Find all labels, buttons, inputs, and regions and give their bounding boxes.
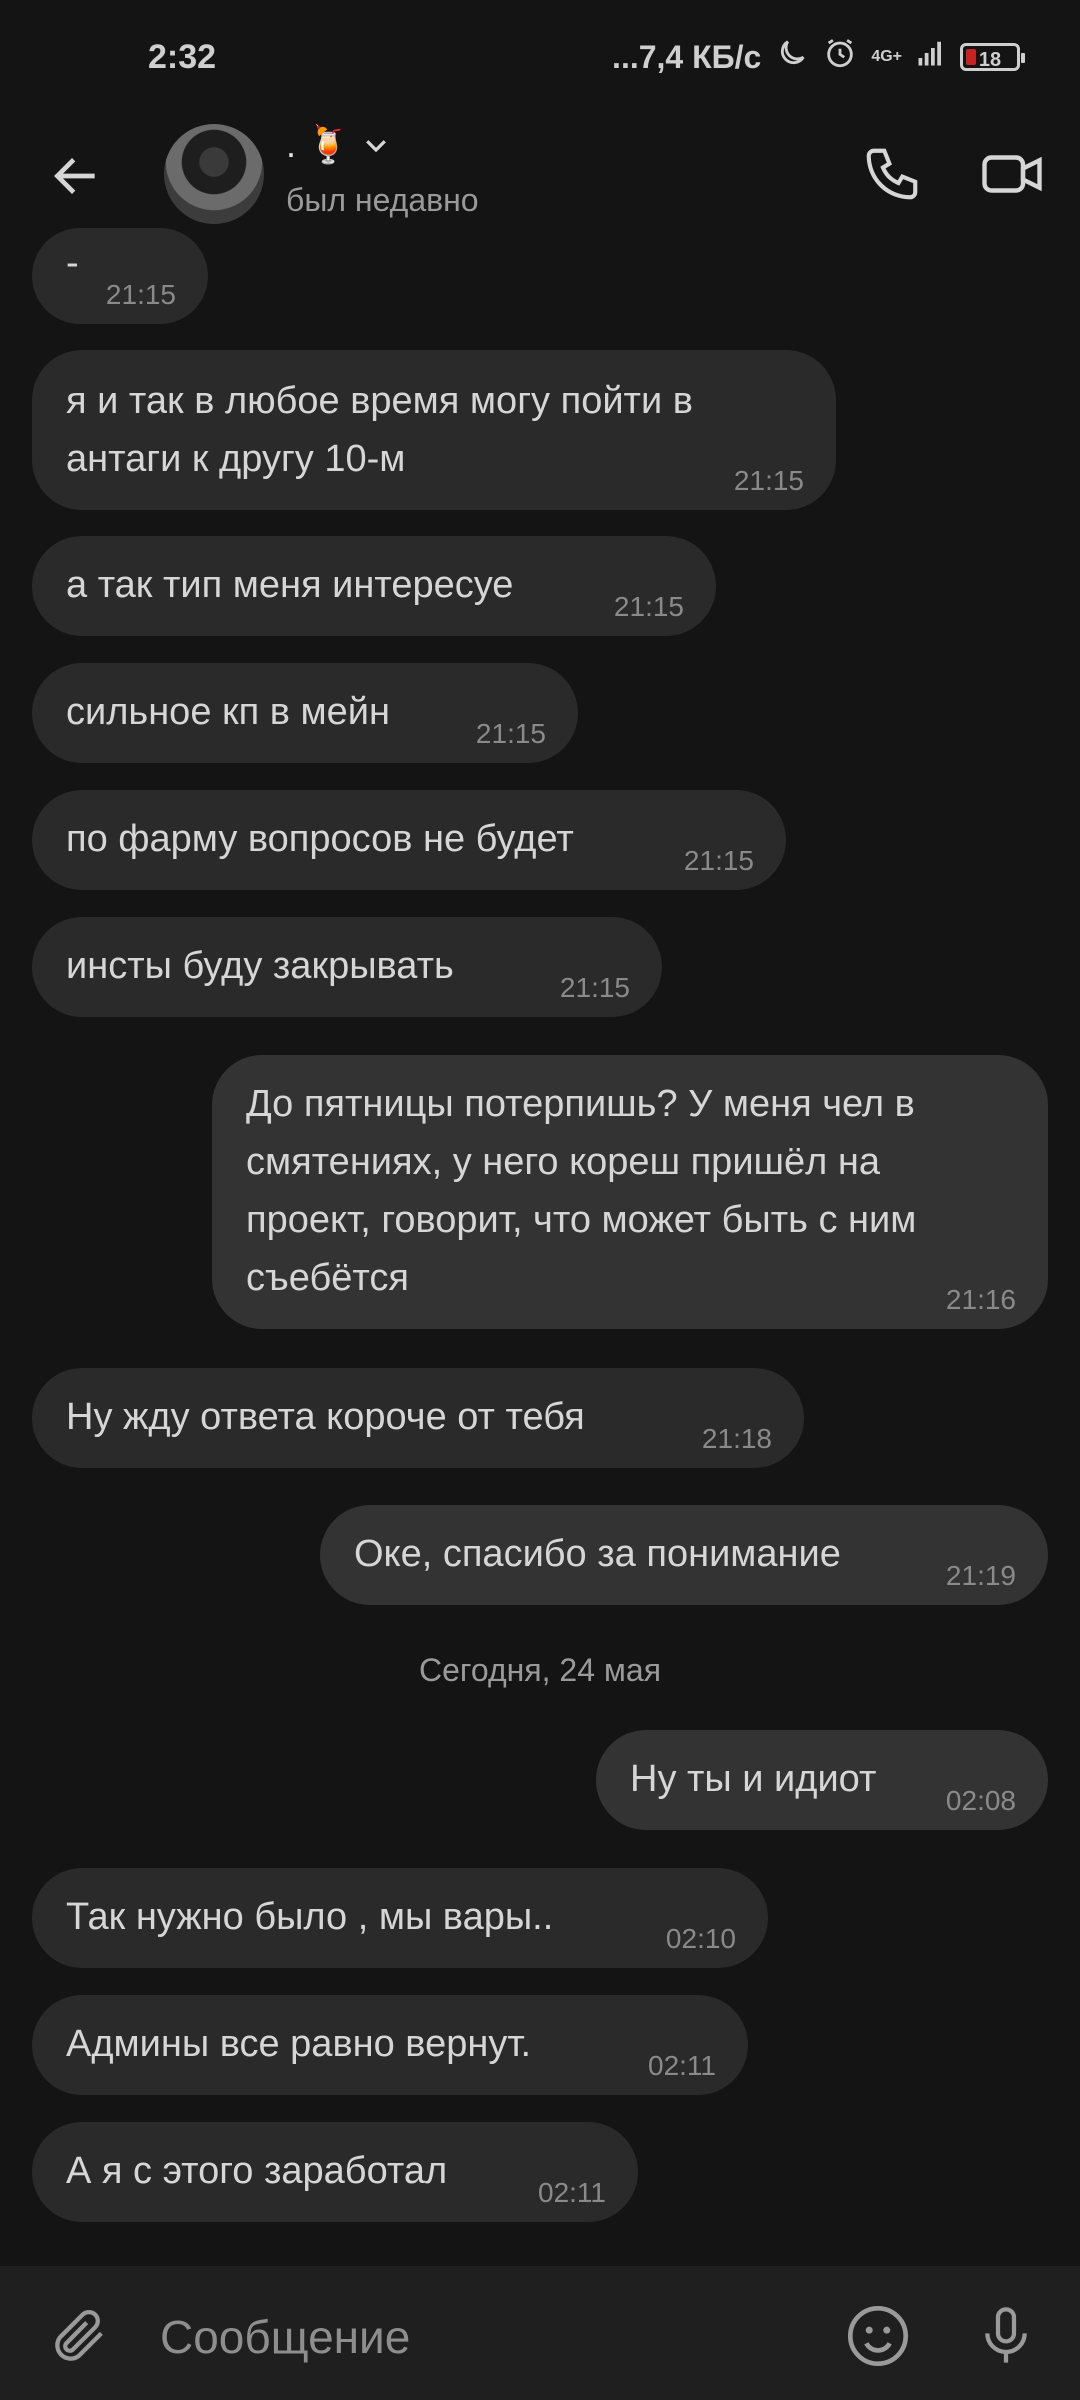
- message-time: 02:08: [945, 1785, 1016, 1816]
- message-time: 21:15: [683, 845, 754, 876]
- message-incoming[interactable]: а так тип меня интересуе 21:15: [32, 536, 716, 636]
- message-time: 21:16: [945, 1284, 1016, 1315]
- message-text: а так тип меня интересуе: [66, 564, 514, 606]
- contact-title[interactable]: . 🍹: [286, 124, 391, 166]
- message-text: инсты буду закрывать: [66, 945, 454, 987]
- chat-header: . 🍹 был недавно: [0, 120, 1080, 244]
- contact-emoji: 🍹: [306, 124, 351, 165]
- emoji-button[interactable]: [836, 2294, 920, 2378]
- message-time: 02:11: [538, 2177, 606, 2208]
- battery-level: 18: [978, 49, 1002, 71]
- message-incoming[interactable]: Ну жду ответа короче от тебя 21:18: [32, 1368, 804, 1468]
- paperclip-icon: [55, 2309, 103, 2361]
- back-button[interactable]: [40, 140, 112, 212]
- message-text: сильное кп в мейн: [66, 691, 390, 733]
- voice-message-button[interactable]: [964, 2294, 1048, 2378]
- contact-status: был недавно: [286, 182, 479, 218]
- message-incoming[interactable]: инсты буду закрывать 21:15: [32, 917, 662, 1017]
- message-text: Ну жду ответа короче от тебя: [66, 1396, 585, 1438]
- message-time: 21:15: [559, 972, 630, 1003]
- video-camera-icon: [982, 155, 1042, 193]
- message-time: 21:19: [945, 1560, 1016, 1591]
- message-time: 21:18: [701, 1423, 772, 1454]
- message-incoming[interactable]: сильное кп в мейн 21:15: [32, 663, 578, 763]
- network-type: 4G+: [871, 48, 902, 65]
- message-text: Ну ты и идиот: [630, 1758, 877, 1800]
- message-input-bar: [0, 2266, 1080, 2400]
- phone-icon: [866, 148, 918, 200]
- status-bar: 2:32 ...7,4 КБ/с 4G+ 18: [0, 0, 1080, 120]
- message-text: Оке, спасибо за понимание: [354, 1533, 841, 1575]
- message-text: Так нужно было , мы вары..: [66, 1896, 554, 1938]
- message-outgoing[interactable]: Ну ты и идиот 02:08: [596, 1730, 1048, 1830]
- message-text: -: [66, 242, 79, 284]
- contact-name: .: [286, 124, 297, 165]
- message-incoming[interactable]: по фарму вопросов не будет 21:15: [32, 790, 786, 890]
- back-arrow-icon: [54, 158, 95, 194]
- status-icons: ...7,4 КБ/с 4G+ 18: [612, 36, 1025, 78]
- message-input[interactable]: [158, 2296, 802, 2378]
- message-time: 21:15: [105, 279, 176, 310]
- avatar[interactable]: [164, 124, 264, 224]
- signal-icon: [916, 38, 946, 76]
- call-button[interactable]: [852, 134, 932, 214]
- message-time: 21:15: [475, 718, 546, 749]
- message-text: Админы все равно вернут.: [66, 2023, 532, 2065]
- message-incoming[interactable]: я и так в любое время могу пойти в антаг…: [32, 350, 836, 510]
- message-time: 02:11: [648, 2050, 716, 2081]
- message-incoming[interactable]: А я с этого заработал 02:11: [32, 2122, 638, 2222]
- emoji-icon: [847, 2305, 909, 2367]
- message-text: До пятницы потерпишь? У меня чел в смяте…: [246, 1083, 917, 1299]
- status-time: 2:32: [148, 38, 217, 76]
- message-time: 02:10: [665, 1923, 736, 1954]
- message-incoming[interactable]: - 21:15: [32, 228, 208, 324]
- alarm-icon: [823, 36, 857, 78]
- attach-button[interactable]: [40, 2296, 120, 2376]
- network-speed: ...7,4 КБ/с: [612, 38, 762, 75]
- microphone-icon: [985, 2307, 1027, 2363]
- message-incoming[interactable]: Так нужно было , мы вары.. 02:10: [32, 1868, 768, 1968]
- video-call-button[interactable]: [972, 134, 1052, 214]
- battery-icon: 18: [960, 43, 1025, 71]
- chevron-down-icon: [365, 140, 386, 153]
- date-separator: Сегодня, 24 мая: [418, 1652, 662, 1688]
- message-text: по фарму вопросов не будет: [66, 818, 574, 860]
- message-outgoing[interactable]: Оке, спасибо за понимание 21:19: [320, 1505, 1048, 1605]
- message-outgoing[interactable]: До пятницы потерпишь? У меня чел в смяте…: [212, 1055, 1048, 1329]
- message-time: 21:15: [733, 465, 804, 496]
- message-incoming[interactable]: Админы все равно вернут. 02:11: [32, 1995, 748, 2095]
- message-text: А я с этого заработал: [66, 2150, 448, 2192]
- message-time: 21:15: [613, 591, 684, 622]
- moon-icon: [775, 36, 809, 78]
- message-text: я и так в любое время могу пойти в антаг…: [66, 380, 693, 480]
